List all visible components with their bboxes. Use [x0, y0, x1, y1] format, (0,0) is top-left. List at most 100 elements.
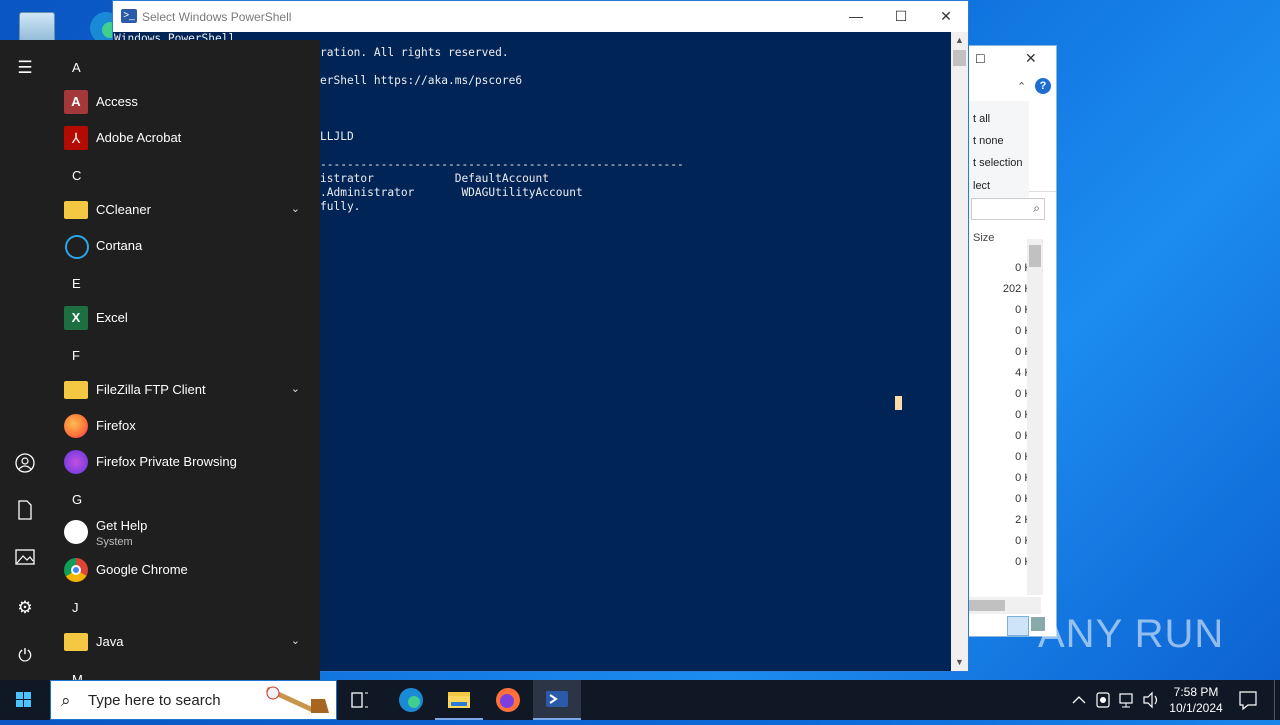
scrollbar-thumb[interactable]	[953, 50, 966, 66]
chevron-down-icon[interactable]: ⌄	[291, 382, 300, 395]
group-letter[interactable]: C	[72, 168, 81, 183]
explorer-titlebar: ☐ ✕	[969, 46, 1056, 76]
group-letter[interactable]: G	[72, 492, 82, 507]
group-letter[interactable]: J	[72, 600, 79, 615]
app-label: CCleaner	[96, 202, 151, 217]
hamburger-icon[interactable]: ☰	[13, 56, 37, 80]
windows-logo-icon	[16, 692, 31, 707]
app-label: Cortana	[96, 238, 143, 253]
settings-icon[interactable]: ⚙	[13, 596, 37, 620]
app-access[interactable]: A Access	[50, 84, 314, 120]
task-view-icon[interactable]	[336, 680, 384, 720]
start-rail: ☰ ⚙ ⏻	[0, 40, 50, 680]
app-java[interactable]: Java ⌄	[50, 624, 314, 660]
app-firefox-private[interactable]: Firefox Private Browsing	[50, 444, 314, 480]
powershell-taskbar-icon[interactable]	[533, 680, 581, 720]
cortana-icon	[65, 235, 89, 259]
app-label: Access	[96, 94, 138, 109]
minimize-button[interactable]: —	[833, 1, 879, 31]
console-line: ----------------------------------------…	[320, 158, 684, 171]
app-adobe-acrobat[interactable]: ⅄ Adobe Acrobat	[50, 120, 314, 156]
app-label: FileZilla FTP Client	[96, 382, 206, 397]
app-google-chrome[interactable]: Google Chrome	[50, 552, 314, 588]
chevron-down-icon[interactable]: ⌄	[291, 202, 300, 215]
size-column-header[interactable]: Size	[973, 232, 994, 244]
close-button[interactable]: ✕	[923, 1, 969, 31]
app-label: Google Chrome	[96, 562, 188, 577]
show-hidden-icons[interactable]	[1070, 680, 1088, 720]
select-all-command[interactable]: t all	[973, 113, 990, 125]
get-help-icon	[64, 520, 88, 544]
clock-date: 10/1/2024	[1169, 701, 1223, 715]
app-ccleaner[interactable]: CCleaner ⌄	[50, 192, 314, 228]
folder-icon	[64, 201, 88, 219]
search-placeholder[interactable]: Type here to search	[88, 692, 221, 709]
maximize-button[interactable]: ☐	[878, 1, 924, 31]
pictures-icon[interactable]	[13, 548, 37, 572]
group-letter[interactable]: E	[72, 276, 81, 291]
details-view-icon[interactable]	[1007, 616, 1029, 636]
system-clock[interactable]: 7:58 PM 10/1/2024	[1164, 684, 1228, 716]
anyrun-watermark: ANY RUN	[1038, 612, 1225, 656]
taskbar-search-box[interactable]: ⌕ Type here to search	[50, 680, 337, 720]
app-excel[interactable]: X Excel	[50, 300, 314, 336]
show-desktop-button[interactable]	[1274, 680, 1280, 720]
app-label: Firefox	[96, 418, 136, 433]
folder-icon	[64, 381, 88, 399]
console-line: istrator DefaultAccount	[320, 172, 550, 185]
edge-icon[interactable]	[387, 680, 435, 720]
app-filezilla[interactable]: FileZilla FTP Client ⌄	[50, 372, 314, 408]
select-none-command[interactable]: t none	[973, 135, 1004, 147]
firefox-private-icon	[64, 450, 88, 474]
scroll-up-icon[interactable]: ▲	[951, 32, 968, 49]
tray-app-icon[interactable]	[1094, 680, 1112, 720]
maximize-button[interactable]: ☐	[975, 52, 991, 68]
console-line: erShell https://aka.ms/pscore6	[320, 74, 523, 87]
file-explorer-icon[interactable]	[435, 680, 483, 720]
power-icon[interactable]: ⏻	[13, 644, 37, 668]
console-line: LLJLD	[320, 130, 354, 143]
app-firefox[interactable]: Firefox	[50, 408, 314, 444]
app-cortana[interactable]: Cortana	[50, 228, 314, 264]
search-highlight-icon	[263, 685, 333, 717]
group-letter[interactable]: F	[72, 348, 80, 363]
app-subtitle: System	[96, 536, 133, 548]
firefox-icon[interactable]	[484, 680, 532, 720]
window-title: Select Windows PowerShell	[142, 10, 292, 24]
app-label: Adobe Acrobat	[96, 130, 182, 145]
app-label: Java	[96, 634, 124, 649]
console-line: fully.	[320, 200, 361, 213]
clock-time: 7:58 PM	[1173, 685, 1219, 699]
access-icon: A	[64, 90, 88, 114]
explorer-ribbon: ⌃ ? t all t none t selection lect	[969, 76, 1056, 219]
group-letter[interactable]: A	[72, 60, 81, 75]
help-icon[interactable]: ?	[1035, 78, 1051, 94]
documents-icon[interactable]	[13, 500, 37, 524]
vertical-scrollbar[interactable]	[1027, 239, 1043, 595]
acrobat-icon: ⅄	[64, 126, 88, 150]
close-button[interactable]: ✕	[1025, 50, 1037, 67]
notifications-icon[interactable]	[1236, 680, 1260, 720]
start-menu: ☰ ⚙ ⏻ A A Access ⅄ Adobe Acrobat C CClea…	[0, 40, 320, 680]
group-letter[interactable]: M	[72, 672, 83, 680]
invert-selection-command[interactable]: t selection	[973, 157, 1023, 169]
powershell-titlebar[interactable]: >_ Select Windows PowerShell — ☐ ✕	[113, 1, 968, 32]
text-cursor	[895, 396, 902, 410]
user-icon[interactable]	[13, 452, 37, 476]
search-icon: ⌕	[61, 691, 71, 710]
horizontal-scrollbar[interactable]	[969, 597, 1041, 614]
file-explorer-window[interactable]: ☐ ✕ ⌃ ? t all t none t selection lect ⌕ …	[968, 45, 1057, 637]
console-line: .Administrator WDAGUtilityAccount	[320, 186, 583, 199]
app-label: Firefox Private Browsing	[96, 454, 237, 469]
app-get-help[interactable]: Get Help System	[50, 514, 314, 554]
explorer-search-input[interactable]: ⌕	[971, 198, 1045, 220]
network-icon[interactable]	[1117, 680, 1137, 720]
chevron-down-icon[interactable]: ⌄	[291, 634, 300, 647]
volume-icon[interactable]	[1141, 680, 1161, 720]
scroll-down-icon[interactable]: ▼	[951, 654, 968, 671]
start-button[interactable]	[0, 680, 48, 720]
collapse-ribbon-icon[interactable]: ⌃	[1017, 80, 1026, 93]
folder-icon	[64, 633, 88, 651]
vertical-scrollbar[interactable]: ▲ ▼	[951, 32, 968, 671]
powershell-icon: >_	[121, 9, 137, 23]
